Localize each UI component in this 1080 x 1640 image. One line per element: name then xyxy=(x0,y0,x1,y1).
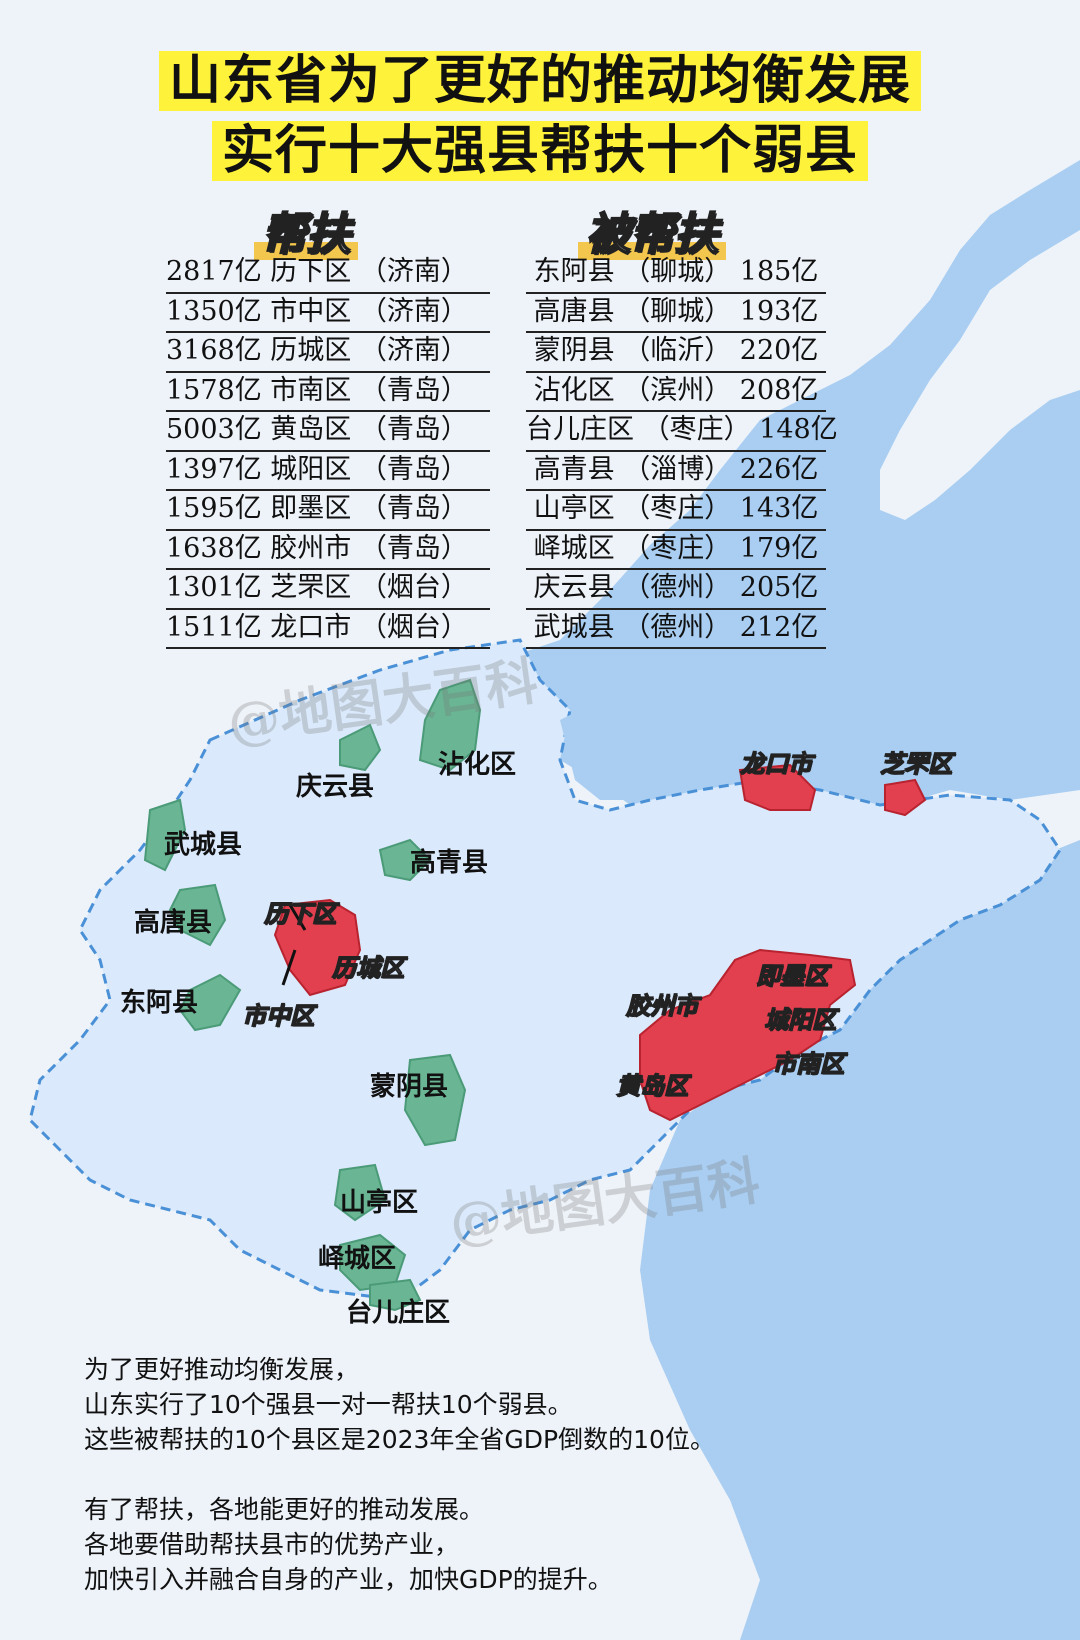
note-line: 各地要借助帮扶县市的优势产业， xyxy=(84,1530,460,1559)
label-shinan: 市南区 xyxy=(768,1044,848,1079)
table-row: 峄城区 （枣庄） 179亿 xyxy=(526,531,826,570)
label-qingyun: 庆云县 xyxy=(296,772,375,802)
table-row: 沾化区 （滨州） 208亿 xyxy=(526,373,826,412)
right-column-header: 被帮扶 xyxy=(578,198,726,262)
label-gaoqing: 高青县 xyxy=(410,848,489,878)
label-lixia: 历下区 xyxy=(260,894,340,929)
label-gaotang: 高唐县 xyxy=(134,908,213,938)
table-row: 1301亿 芝罘区 （烟台） xyxy=(166,570,490,610)
table-row: 1578亿 市南区 （青岛） xyxy=(166,373,490,412)
label-zhanhua: 沾化区 xyxy=(438,750,517,780)
description-note: 为了更好推动均衡发展， 山东实行了10个强县一对一帮扶10个弱县。 这些被帮扶的… xyxy=(84,1352,715,1597)
table-row: 高唐县 （聊城） 193亿 xyxy=(526,294,826,333)
title-line-2: 实行十大强县帮扶十个弱县 xyxy=(0,118,1080,184)
table-row: 1350亿 市中区 （济南） xyxy=(166,294,490,333)
table-row: 台儿庄区 （枣庄） 148亿 xyxy=(526,412,838,452)
table-row: 1638亿 胶州市 （青岛） xyxy=(166,531,490,570)
helped-table: 东阿县 （聊城） 185亿 高唐县 （聊城） 193亿 蒙阴县 （临沂） 220… xyxy=(526,254,838,649)
table-row: 高青县 （淄博） 226亿 xyxy=(526,452,826,491)
table-row: 蒙阴县 （临沂） 220亿 xyxy=(526,333,826,373)
label-mengyin: 蒙阴县 xyxy=(370,1072,449,1102)
table-row: 1511亿 龙口市 （烟台） xyxy=(166,610,490,649)
note-line: 为了更好推动均衡发展， xyxy=(84,1355,360,1384)
label-licheng: 历城区 xyxy=(328,948,408,983)
table-row: 3168亿 历城区 （济南） xyxy=(166,333,490,373)
label-wucheng: 武城县 xyxy=(164,830,243,860)
left-column-header: 帮扶 xyxy=(254,198,358,262)
table-row: 东阿县 （聊城） 185亿 xyxy=(526,254,826,294)
label-donga: 东阿县 xyxy=(120,988,199,1018)
table-row: 武城县 （德州） 212亿 xyxy=(526,610,826,649)
label-taierzhuang: 台儿庄区 xyxy=(346,1298,451,1328)
table-row: 2817亿 历下区 （济南） xyxy=(166,254,490,294)
table-row: 庆云县 （德州） 205亿 xyxy=(526,570,826,610)
label-shanting: 山亭区 xyxy=(340,1188,419,1218)
label-shizhong: 市中区 xyxy=(238,996,318,1031)
label-zhifu: 芝罘区 xyxy=(876,744,956,779)
note-line: 山东实行了10个强县一对一帮扶10个弱县。 xyxy=(84,1390,573,1419)
note-line: 加快引入并融合自身的产业，加快GDP的提升。 xyxy=(84,1565,613,1594)
table-row: 1595亿 即墨区 （青岛） xyxy=(166,491,490,531)
table-row: 5003亿 黄岛区 （青岛） xyxy=(166,412,490,452)
table-row: 1397亿 城阳区 （青岛） xyxy=(166,452,490,491)
label-jiaozhou: 胶州市 xyxy=(622,986,702,1021)
label-jimo: 即墨区 xyxy=(752,956,832,991)
label-chengyang: 城阳区 xyxy=(760,1000,840,1035)
table-row: 山亭区 （枣庄） 143亿 xyxy=(526,491,826,531)
helper-table: 2817亿 历下区 （济南） 1350亿 市中区 （济南） 3168亿 历城区 … xyxy=(166,254,490,649)
label-longkou: 龙口市 xyxy=(736,744,816,779)
label-huangdao: 黄岛区 xyxy=(612,1066,692,1101)
note-line: 这些被帮扶的10个县区是2023年全省GDP倒数的10位。 xyxy=(84,1425,715,1454)
label-yicheng: 峄城区 xyxy=(318,1244,397,1274)
note-line: 有了帮扶，各地能更好的推动发展。 xyxy=(84,1495,485,1524)
title-line-1: 山东省为了更好的推动均衡发展 xyxy=(0,48,1080,114)
